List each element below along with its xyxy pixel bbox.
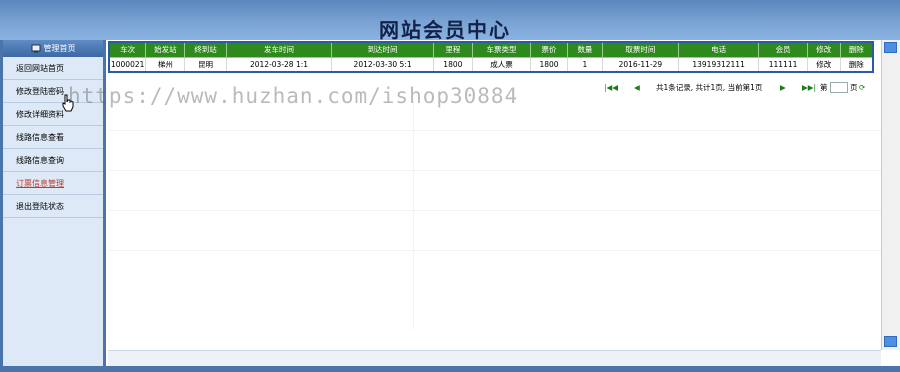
content-frame: 车次 始发站 终到站 发车时间 到达时间 里程 车票类型 票价 数量 取票时间 …	[108, 40, 881, 350]
sidebar-item-label: 线路信息查询	[16, 156, 64, 165]
cell-quantity: 1	[567, 56, 603, 73]
sidebar-item-logout[interactable]: 退出登陆状态	[3, 195, 103, 218]
column-header: 电话	[677, 41, 760, 58]
sidebar-item-edit-profile[interactable]: 修改详细资料	[3, 103, 103, 126]
column-header: 修改	[806, 41, 841, 58]
column-header: 里程	[432, 41, 473, 58]
next-page-icon[interactable]: ▶	[780, 82, 786, 94]
divider	[413, 100, 414, 330]
sidebar-header[interactable]: 管理首页	[3, 40, 103, 57]
prev-page-icon[interactable]: ◀	[634, 82, 640, 94]
hand-cursor-icon	[62, 94, 74, 112]
header-banner: 网站会员中心	[0, 0, 900, 42]
content-footer-bar	[108, 350, 881, 366]
divider	[108, 250, 881, 251]
goto-prefix: 第	[820, 83, 828, 92]
cell-origin: 梯州	[145, 56, 186, 73]
divider	[108, 170, 881, 171]
column-header: 到达时间	[331, 41, 434, 58]
divider	[108, 130, 881, 131]
sidebar-item-label: 修改详细资料	[16, 110, 64, 119]
sidebar-item-label: 修改登陆密码	[16, 87, 64, 96]
column-header: 取票时间	[601, 41, 679, 58]
first-page-icon[interactable]: |◀◀	[604, 82, 618, 94]
cell-arrival-time: 2012-03-30 5:1	[331, 56, 434, 73]
scroll-up-arrow-icon[interactable]	[884, 42, 897, 53]
vertical-scrollbar[interactable]	[881, 40, 900, 350]
cell-member: 111111	[758, 56, 808, 73]
table-header-row: 车次 始发站 终到站 发车时间 到达时间 里程 车票类型 票价 数量 取票时间 …	[108, 41, 874, 58]
cell-train-no: 1000021	[108, 56, 147, 73]
cell-destination: 昆明	[184, 56, 227, 73]
page-number-input[interactable]	[830, 82, 848, 93]
cell-price: 1800	[530, 56, 568, 73]
cell-phone: 13919312111	[677, 56, 760, 73]
sidebar-header-label: 管理首页	[43, 44, 76, 53]
sidebar-item-home[interactable]: 返回网站首页	[3, 57, 103, 80]
column-header: 票价	[530, 41, 568, 58]
sidebar-item-change-password[interactable]: 修改登陆密码	[3, 80, 103, 103]
delete-link[interactable]: 删除	[839, 56, 874, 73]
page-title: 网站会员中心	[379, 18, 511, 42]
sidebar: 管理首页 返回网站首页 修改登陆密码 修改详细资料 线路信息查看 线路信息查询 …	[0, 40, 106, 366]
divider	[108, 210, 881, 211]
cell-distance: 1800	[432, 56, 473, 73]
column-header: 车票类型	[471, 41, 532, 58]
column-header: 发车时间	[225, 41, 333, 58]
table-row: 1000021 梯州 昆明 2012-03-28 1:1 2012-03-30 …	[108, 56, 874, 73]
sidebar-item-label: 退出登陆状态	[16, 202, 64, 211]
sidebar-item-label: 线路信息查看	[16, 133, 64, 142]
cell-departure-time: 2012-03-28 1:1	[225, 56, 333, 73]
refresh-icon[interactable]: ⟳	[859, 82, 865, 94]
column-header: 删除	[839, 41, 874, 58]
last-page-icon[interactable]: ▶▶|	[802, 82, 816, 94]
pagination-summary: 共1条记录, 共计1页, 当前第1页	[656, 83, 763, 92]
sidebar-item-label: 返回网站首页	[16, 64, 64, 73]
cell-ticket-type: 成人票	[471, 56, 532, 73]
admin-icon	[31, 44, 40, 53]
column-header: 车次	[108, 41, 147, 58]
column-header: 终到站	[184, 41, 227, 58]
ticket-table: 车次 始发站 终到站 发车时间 到达时间 里程 车票类型 票价 数量 取票时间 …	[108, 41, 874, 73]
column-header: 会员	[758, 41, 808, 58]
sidebar-item-ticket-management[interactable]: 订票信息管理	[3, 172, 103, 195]
bottom-frame-border	[0, 366, 900, 372]
sidebar-item-view-routes[interactable]: 线路信息查看	[3, 126, 103, 149]
edit-link[interactable]: 修改	[806, 56, 841, 73]
scroll-down-arrow-icon[interactable]	[884, 336, 897, 347]
cell-pickup-time: 2016-11-29	[601, 56, 679, 73]
goto-suffix: 页	[850, 83, 858, 92]
sidebar-item-search-routes[interactable]: 线路信息查询	[3, 149, 103, 172]
sidebar-item-label: 订票信息管理	[16, 179, 64, 188]
column-header: 始发站	[145, 41, 186, 58]
column-header: 数量	[567, 41, 603, 58]
